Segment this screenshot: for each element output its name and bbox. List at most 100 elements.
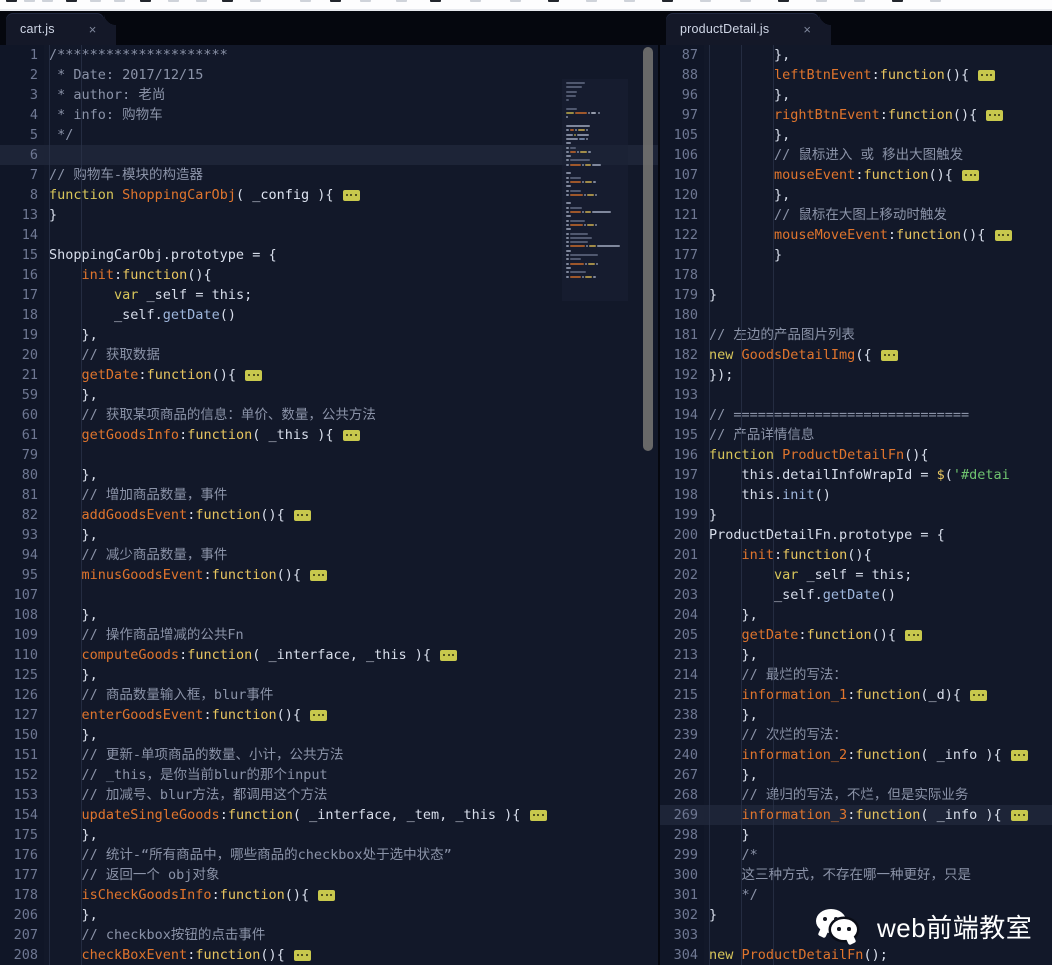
code-line[interactable]: 110 computeGoods:function( _interface, _… — [0, 645, 660, 665]
folded-code-badge[interactable] — [293, 949, 311, 961]
toolbar-button-icon[interactable] — [624, 0, 635, 2]
toolbar-button-icon[interactable] — [6, 0, 17, 2]
folded-code-badge[interactable] — [440, 649, 458, 661]
tab-productdetail-js[interactable]: productDetail.js × — [666, 13, 831, 45]
code-line[interactable]: 80 }, — [0, 465, 660, 485]
toolbar-button-icon[interactable] — [662, 0, 673, 2]
code-line[interactable]: 201 init:function(){ — [660, 545, 1052, 565]
toolbar-button-icon[interactable] — [430, 0, 441, 2]
folded-code-badge[interactable] — [310, 709, 328, 721]
code-line[interactable]: 20 // 获取数据 — [0, 345, 660, 365]
code-line[interactable]: 203 _self.getDate() — [660, 585, 1052, 605]
toolbar-button-icon[interactable] — [892, 0, 903, 2]
code-line[interactable]: 199} — [660, 505, 1052, 525]
folded-code-badge[interactable] — [310, 569, 328, 581]
toolbar-button-icon[interactable] — [42, 0, 53, 2]
toolbar-button-icon[interactable] — [816, 0, 827, 2]
code-line[interactable]: 6 — [0, 145, 660, 165]
code-line[interactable]: 238 }, — [660, 705, 1052, 725]
code-line[interactable]: 207 // checkbox按钮的点击事件 — [0, 925, 660, 945]
folded-code-badge[interactable] — [1010, 749, 1028, 761]
vertical-scrollbar[interactable] — [642, 45, 654, 965]
code-line[interactable]: 299 /* — [660, 845, 1052, 865]
toolbar-button-icon[interactable] — [300, 0, 311, 2]
code-line[interactable]: 298 } — [660, 825, 1052, 845]
code-line[interactable]: 175 }, — [0, 825, 660, 845]
code-line[interactable]: 105 }, — [660, 125, 1052, 145]
code-line[interactable]: 13} — [0, 205, 660, 225]
code-line[interactable]: 60 // 获取某项商品的信息：单价、数量，公共方法 — [0, 405, 660, 425]
toolbar-button-icon[interactable] — [854, 0, 865, 2]
code-line[interactable]: 96 }, — [660, 85, 1052, 105]
toolbar-button-icon[interactable] — [24, 0, 35, 2]
code-line[interactable]: 125 }, — [0, 665, 660, 685]
folded-code-badge[interactable] — [245, 369, 263, 381]
folded-code-badge[interactable] — [970, 689, 988, 701]
code-line[interactable]: 192}); — [660, 365, 1052, 385]
code-line[interactable]: 87 }, — [660, 45, 1052, 65]
code-line[interactable]: 179} — [660, 285, 1052, 305]
toolbar-button-icon[interactable] — [330, 0, 341, 2]
code-line[interactable]: 97 rightBtnEvent:function(){ — [660, 105, 1052, 125]
code-line[interactable]: 126 // 商品数量输入框，blur事件 — [0, 685, 660, 705]
application-toolbar-strip[interactable] — [0, 0, 1052, 11]
code-line[interactable]: 181 // 左边的产品图片列表 — [660, 325, 1052, 345]
code-line[interactable]: 4 * info: 购物车 — [0, 105, 660, 125]
folded-code-badge[interactable] — [880, 349, 898, 361]
toolbar-button-icon[interactable] — [930, 0, 941, 2]
code-line[interactable]: 107 mouseEvent:function(){ — [660, 165, 1052, 185]
code-line[interactable]: 8 function ShoppingCarObj( _config ){ — [0, 185, 660, 205]
code-line[interactable]: 107 — [0, 585, 660, 605]
code-line[interactable]: 88 leftBtnEvent:function(){ — [660, 65, 1052, 85]
folded-code-badge[interactable] — [293, 509, 311, 521]
code-line[interactable]: 301 */ — [660, 885, 1052, 905]
close-icon[interactable]: × — [89, 23, 97, 36]
code-line[interactable]: 7 // 购物车-模块的构造器 — [0, 165, 660, 185]
code-line[interactable]: 194 // ============================= — [660, 405, 1052, 425]
code-line[interactable]: 182 new GoodsDetailImg({ — [660, 345, 1052, 365]
code-line[interactable]: 15 ShoppingCarObj.prototype = { — [0, 245, 660, 265]
toolbar-button-icon[interactable] — [90, 0, 101, 2]
code-line[interactable]: 178 isCheckGoodsInfo:function(){ — [0, 885, 660, 905]
toolbar-button-icon[interactable] — [700, 0, 711, 2]
code-line[interactable]: 300 这三种方式，不存在哪一种更好，只是 — [660, 865, 1052, 885]
code-line[interactable]: 93 }, — [0, 525, 660, 545]
code-line[interactable]: 193 — [660, 385, 1052, 405]
code-line[interactable]: 200 ProductDetailFn.prototype = { — [660, 525, 1052, 545]
code-line[interactable]: 197 this.detailInfoWrapId = $('#detai — [660, 465, 1052, 485]
code-line[interactable]: 196 function ProductDetailFn(){ — [660, 445, 1052, 465]
toolbar-button-icon[interactable] — [196, 0, 207, 2]
toolbar-button-icon[interactable] — [548, 0, 559, 2]
code-line[interactable]: 198 this.init() — [660, 485, 1052, 505]
code-line[interactable]: 304 new ProductDetailFn(); — [660, 945, 1052, 965]
code-line[interactable]: 127 enterGoodsEvent:function(){ — [0, 705, 660, 725]
toolbar-button-icon[interactable] — [114, 0, 125, 2]
toolbar-button-icon[interactable] — [510, 0, 521, 2]
code-line[interactable]: 208 checkBoxEvent:function(){ — [0, 945, 660, 965]
scrollbar-thumb[interactable] — [643, 47, 653, 451]
toolbar-button-icon[interactable] — [470, 0, 481, 2]
code-line[interactable]: 150 }, — [0, 725, 660, 745]
code-line[interactable]: 214 // 最烂的写法： — [660, 665, 1052, 685]
toolbar-button-icon[interactable] — [250, 0, 261, 2]
code-line[interactable]: 3 * author: 老尚 — [0, 85, 660, 105]
code-line[interactable]: 178 — [660, 265, 1052, 285]
code-editor-right[interactable]: 87 }, 88 leftBtnEvent:function(){ 96 }, 97… — [660, 45, 1052, 965]
code-line[interactable]: 151 // 更新-单项商品的数量、小计，公共方法 — [0, 745, 660, 765]
folded-code-badge[interactable] — [342, 429, 360, 441]
code-line[interactable]: 5 */ — [0, 125, 660, 145]
folded-code-badge[interactable] — [1010, 809, 1028, 821]
code-line[interactable]: 202 var _self = this; — [660, 565, 1052, 585]
code-line[interactable]: 205 getDate:function(){ — [660, 625, 1052, 645]
code-line[interactable]: 176 // 统计-“所有商品中，哪些商品的checkbox处于选中状态” — [0, 845, 660, 865]
toolbar-button-icon[interactable] — [740, 0, 751, 2]
code-line[interactable]: 153 // 加减号、blur方法，都调用这个方法 — [0, 785, 660, 805]
folded-code-badge[interactable] — [994, 229, 1012, 241]
code-line[interactable]: 268 // 递归的写法，不烂，但是实际业务 — [660, 785, 1052, 805]
toolbar-button-icon[interactable] — [586, 0, 597, 2]
code-line[interactable]: 177 } — [660, 245, 1052, 265]
code-line[interactable]: 79 — [0, 445, 660, 465]
toolbar-button-icon[interactable] — [360, 0, 371, 2]
toolbar-button-icon[interactable] — [140, 0, 151, 2]
code-line[interactable]: 1 /********************* — [0, 45, 660, 65]
